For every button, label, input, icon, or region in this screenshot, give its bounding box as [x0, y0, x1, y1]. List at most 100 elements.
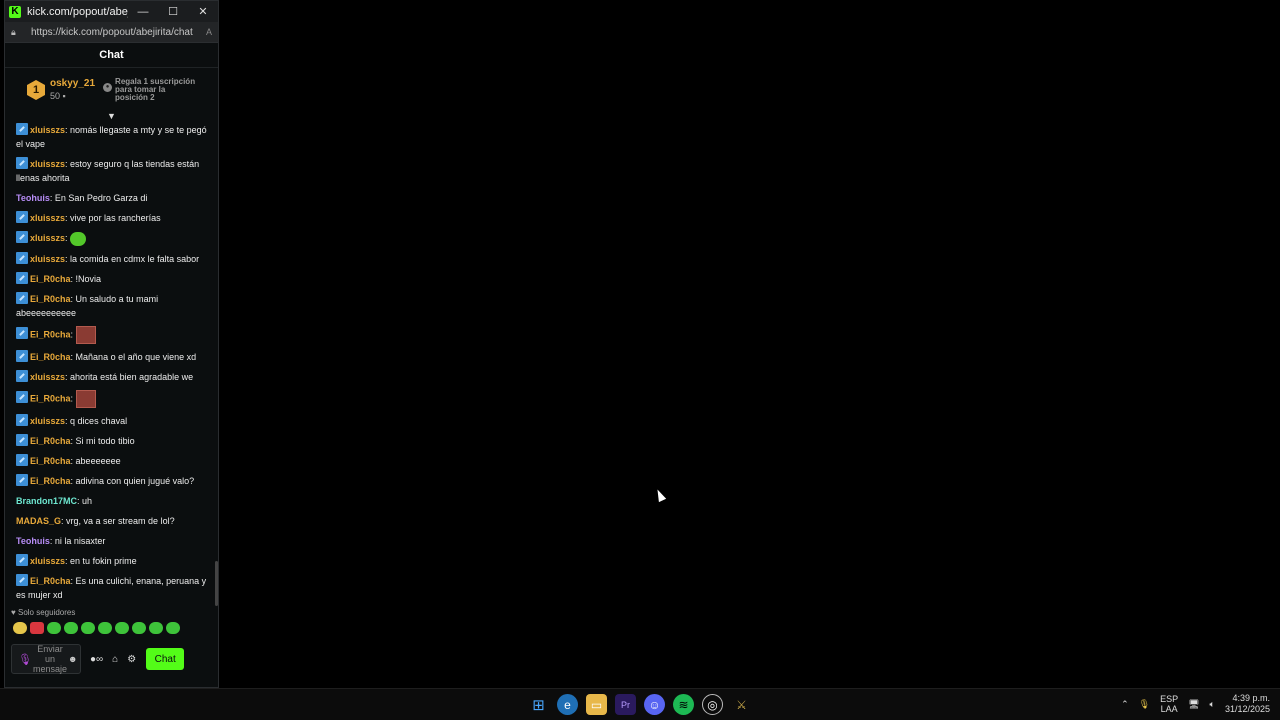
store-icon[interactable]: ⌂: [112, 654, 118, 665]
close-icon[interactable]: ✕: [188, 5, 218, 18]
chat-message-text: vrg, va a ser stream de lol?: [66, 515, 175, 526]
chat-username[interactable]: Teohuis: [16, 536, 50, 546]
subscriber-badge-icon[interactable]: [16, 251, 28, 264]
chat-username[interactable]: Ei_R0cha: [30, 329, 71, 339]
subscriber-badge-icon[interactable]: [16, 391, 28, 403]
chat-emote-icon[interactable]: [75, 325, 96, 344]
gift-info[interactable]: ● Regala 1 suscripción para tomar la pos…: [103, 78, 197, 102]
clock-time: 4:39 p.m.: [1232, 693, 1270, 703]
emote-icon[interactable]: [132, 622, 146, 634]
league-client-icon[interactable]: ⚔: [731, 694, 752, 715]
language-indicator[interactable]: ESP LAA: [1160, 694, 1178, 714]
subscriber-badge-icon[interactable]: [16, 271, 28, 284]
chat-username[interactable]: Brandon17MC: [16, 496, 77, 506]
subscriber-badge-icon[interactable]: [16, 349, 28, 362]
chat-username[interactable]: Teohuis: [16, 193, 50, 203]
subscriber-badge-icon[interactable]: [16, 231, 28, 243]
chat-emote-icon[interactable]: [75, 389, 96, 408]
emote-icon[interactable]: [166, 622, 180, 634]
chat-username[interactable]: Ei_R0cha: [30, 476, 71, 486]
subscriber-badge-icon[interactable]: [16, 553, 28, 566]
chat-message: xluisszs: ahorita está bien agradable we: [16, 369, 210, 384]
network-icon[interactable]: 🖥︎: [1188, 699, 1199, 710]
chat-message: Ei_R0cha:: [16, 389, 210, 408]
clock-date: 31/12/2025: [1224, 704, 1270, 714]
chat-username[interactable]: xluisszs: [30, 233, 65, 243]
chat-message-text: Si mi todo tibio: [75, 435, 135, 446]
url-text[interactable]: https://kick.com/popout/abejirita/chat: [31, 27, 206, 38]
premiere-icon[interactable]: Pr: [615, 694, 636, 715]
chevron-up-icon[interactable]: ⌃: [1121, 699, 1129, 710]
spotify-icon[interactable]: ≋: [673, 694, 694, 715]
heart-icon: ♥: [11, 608, 16, 617]
kick-logo-icon: K: [9, 5, 21, 18]
window-title: kick.com/popout/abejir...: [27, 5, 128, 18]
chat-username[interactable]: xluisszs: [30, 159, 65, 169]
rank-badge: 1: [27, 80, 45, 100]
chat-username[interactable]: MADAS_G: [16, 516, 61, 526]
chat-username[interactable]: xluisszs: [30, 556, 65, 566]
chat-username[interactable]: xluisszs: [30, 416, 65, 426]
chat-scrollbar[interactable]: [215, 561, 218, 606]
chat-username[interactable]: Ei_R0cha: [30, 576, 71, 586]
chat-username[interactable]: Ei_R0cha: [30, 294, 71, 304]
subscriber-badge-icon[interactable]: [16, 123, 28, 135]
chat-username[interactable]: xluisszs: [30, 372, 65, 382]
chat-emote-icon[interactable]: [70, 231, 87, 246]
subscriber-badge-icon[interactable]: [16, 369, 28, 382]
subscriber-badge-icon[interactable]: [16, 327, 28, 339]
leader-user[interactable]: oskyy_21 50 ▪: [50, 78, 95, 102]
lang-bottom: LAA: [1160, 704, 1178, 714]
subscriber-badge-icon[interactable]: [16, 413, 28, 426]
chat-username[interactable]: xluisszs: [30, 213, 65, 223]
subscriber-badge-icon[interactable]: [16, 573, 28, 586]
emote-icon[interactable]: [13, 622, 27, 634]
subscriber-badge-icon[interactable]: [16, 453, 28, 466]
clock[interactable]: 4:39 p.m. 31/12/2025: [1225, 693, 1270, 715]
chat-username[interactable]: Ei_R0cha: [30, 456, 71, 466]
subscriber-badge-icon[interactable]: [16, 291, 28, 304]
chat-username[interactable]: Ei_R0cha: [30, 274, 71, 284]
file-explorer-icon[interactable]: ▭: [586, 694, 607, 715]
subscriber-badge-icon[interactable]: [16, 473, 28, 486]
chat-username[interactable]: Ei_R0cha: [30, 352, 71, 362]
send-chat-button[interactable]: Chat: [146, 648, 185, 670]
collapse-leaderboard-icon[interactable]: ▼: [5, 112, 218, 122]
windows-start-icon[interactable]: ⊞: [528, 694, 549, 715]
chat-message: Brandon17MC: uh: [16, 494, 210, 508]
emote-icon[interactable]: [149, 622, 163, 634]
minimize-icon[interactable]: —: [128, 6, 158, 18]
chat-messages: xluisszs: nomás llegaste a mty y se te p…: [5, 123, 218, 607]
read-aloud-icon[interactable]: A: [206, 27, 212, 37]
emote-icon[interactable]: [64, 622, 78, 634]
emote-icon[interactable]: [115, 622, 129, 634]
emote-icon[interactable]: [47, 622, 61, 634]
message-input[interactable]: 🎙︎ Enviar un mensaje ☻: [11, 644, 81, 674]
subscriber-badge-icon[interactable]: [16, 211, 28, 223]
chat-message: xluisszs: la comida en cdmx le falta sab…: [16, 251, 210, 266]
edge-icon[interactable]: e: [557, 694, 578, 715]
settings-gear-icon[interactable]: ⚙: [127, 654, 136, 665]
address-bar: 🔒︎ https://kick.com/popout/abejirita/cha…: [5, 22, 218, 43]
chat-username[interactable]: xluisszs: [30, 125, 65, 135]
microphone-tray-icon[interactable]: 🎙︎: [1139, 699, 1150, 710]
maximize-icon[interactable]: ☐: [158, 5, 188, 18]
discord-icon[interactable]: ☺: [644, 694, 665, 715]
volume-icon[interactable]: 🔈︎: [1210, 699, 1215, 710]
taskbar-apps: ⊞ e ▭ Pr ☺ ≋ ◎ ⚔: [528, 694, 752, 715]
emote-icon[interactable]: [81, 622, 95, 634]
subscriber-badge-icon[interactable]: [16, 157, 28, 169]
microphone-icon[interactable]: 🎙︎: [18, 653, 32, 666]
chat-username[interactable]: Ei_R0cha: [30, 436, 71, 446]
chat-message: Ei_R0cha: Es una culichi, enana, peruana…: [16, 573, 210, 602]
gift-leaderboard: 1 oskyy_21 50 ▪ ● Regala 1 suscripción p…: [5, 68, 218, 112]
badges-icon[interactable]: ●∞: [90, 654, 103, 665]
lang-top: ESP: [1160, 694, 1179, 704]
emote-icon[interactable]: [30, 622, 44, 634]
obs-icon[interactable]: ◎: [702, 694, 723, 715]
emoji-icon[interactable]: ☻: [68, 654, 77, 664]
chat-username[interactable]: Ei_R0cha: [30, 393, 71, 403]
emote-icon[interactable]: [98, 622, 112, 634]
subscriber-badge-icon[interactable]: [16, 433, 28, 446]
chat-username[interactable]: xluisszs: [30, 254, 65, 264]
